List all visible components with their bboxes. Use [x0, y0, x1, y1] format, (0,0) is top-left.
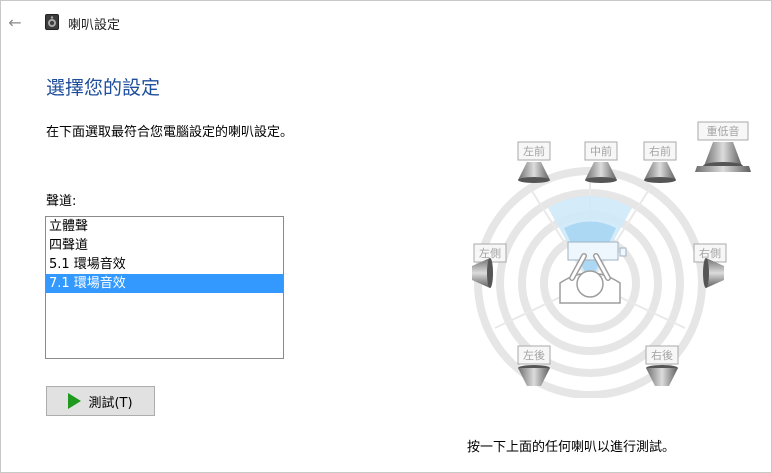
speaker-center[interactable]: 中前 — [584, 141, 618, 183]
list-item-quad[interactable]: 四聲道 — [46, 236, 283, 255]
speaker-subwoofer[interactable]: 重低音 — [695, 121, 751, 172]
speaker-app-icon — [45, 14, 59, 30]
svg-text:右前: 右前 — [649, 144, 671, 158]
speaker-rear-left[interactable]: 左後 — [517, 345, 551, 386]
listener-icon — [559, 241, 627, 304]
svg-text:中前: 中前 — [590, 144, 612, 158]
test-button[interactable]: 測試(T) — [46, 386, 155, 416]
speaker-diagram: 左前 中前 右前 重低音 左側 右側 左後 右後 — [472, 121, 751, 398]
svg-text:右側: 右側 — [699, 246, 721, 260]
speaker-front-left[interactable]: 左前 — [517, 141, 551, 183]
list-item-stereo[interactable]: 立體聲 — [46, 217, 283, 236]
hint-text: 按一下上面的任何喇叭以進行測試。 — [467, 440, 676, 455]
back-arrow-icon[interactable]: ← — [4, 12, 26, 34]
window-title: 喇叭設定 — [68, 18, 121, 33]
speaker-front-right[interactable]: 右前 — [643, 141, 677, 183]
svg-text:重低音: 重低音 — [707, 124, 740, 138]
svg-text:左前: 左前 — [523, 144, 545, 158]
instruction-text: 在下面選取最符合您電腦設定的喇叭設定。 — [46, 125, 294, 140]
list-item-5-1-surround[interactable]: 5.1 環場音效 — [46, 255, 283, 274]
play-icon — [68, 393, 82, 409]
title-bar: ← 喇叭設定 — [0, 0, 772, 44]
svg-text:右後: 右後 — [651, 348, 673, 362]
channels-listbox[interactable]: 立體聲 四聲道 5.1 環場音效 7.1 環場音效 — [45, 216, 284, 359]
svg-text:左後: 左後 — [523, 348, 545, 362]
channels-label: 聲道: — [46, 194, 77, 209]
page-title: 選擇您的設定 — [46, 77, 161, 99]
test-button-label: 測試(T) — [88, 395, 133, 411]
list-item-7-1-surround[interactable]: 7.1 環場音效 — [46, 274, 283, 293]
